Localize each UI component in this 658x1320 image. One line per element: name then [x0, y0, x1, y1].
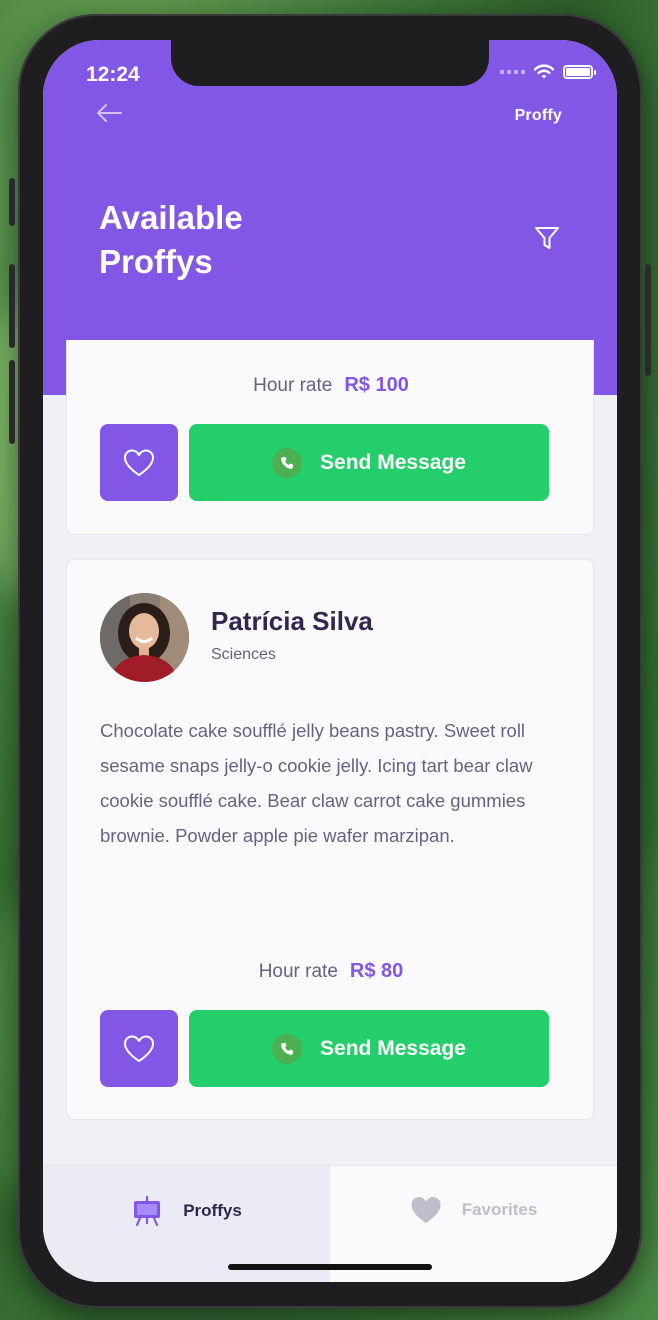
filter-icon [535, 227, 559, 249]
status-icons [500, 64, 596, 80]
hour-rate-label: Hour rate [253, 375, 333, 396]
battery-icon [563, 65, 596, 79]
hour-rate: Hour rate R$ 80 [67, 960, 595, 983]
heart-icon [124, 1035, 154, 1062]
teacher-name: Patrícia Silva [211, 606, 373, 636]
send-message-button[interactable]: Send Message [189, 1010, 549, 1087]
mute-switch [9, 178, 15, 226]
signal-icon [500, 70, 525, 74]
send-message-label: Send Message [320, 450, 466, 474]
hour-rate-label: Hour rate [258, 961, 338, 982]
send-message-label: Send Message [320, 1036, 466, 1060]
teacher-card: Hour rate R$ 100 Send Message [66, 340, 594, 535]
tab-label: Favorites [461, 1200, 538, 1219]
avatar [100, 593, 189, 682]
volume-up-button [9, 264, 15, 348]
favorite-button[interactable] [100, 1010, 178, 1087]
page-title-line2: Proffys [99, 243, 213, 280]
page-title: Available Proffys [99, 196, 359, 284]
easel-icon [134, 1195, 161, 1227]
home-indicator [228, 1264, 432, 1270]
teacher-bio: Chocolate cake soufflé jelly beans pastr… [100, 720, 533, 846]
send-message-button[interactable]: Send Message [189, 424, 549, 501]
app-screen: 12:24 Proffy Available Proffys Hour rate… [43, 40, 617, 1282]
arrow-left-icon [97, 104, 122, 122]
heart-icon [124, 449, 154, 476]
filter-button[interactable] [533, 224, 563, 254]
whatsapp-icon [272, 447, 303, 478]
status-time: 12:24 [86, 63, 140, 86]
tab-label: Proffys [183, 1201, 242, 1220]
teacher-card: Patrícia Silva Sciences Chocolate cake s… [66, 559, 594, 1120]
hour-rate-value: R$ 80 [349, 960, 404, 982]
favorite-button[interactable] [100, 424, 178, 501]
proffy-logo: Proffy [514, 107, 562, 124]
back-button[interactable] [95, 102, 127, 130]
volume-down-button [9, 360, 15, 444]
whatsapp-icon [272, 1033, 303, 1064]
power-button [645, 264, 651, 376]
wifi-icon [533, 64, 555, 79]
hour-rate: Hour rate R$ 100 [67, 374, 595, 397]
page-title-line1: Available [99, 199, 243, 236]
teacher-subject: Sciences [211, 646, 276, 663]
hour-rate-value: R$ 100 [344, 374, 409, 396]
notch [171, 40, 489, 86]
heart-icon [411, 1197, 441, 1223]
